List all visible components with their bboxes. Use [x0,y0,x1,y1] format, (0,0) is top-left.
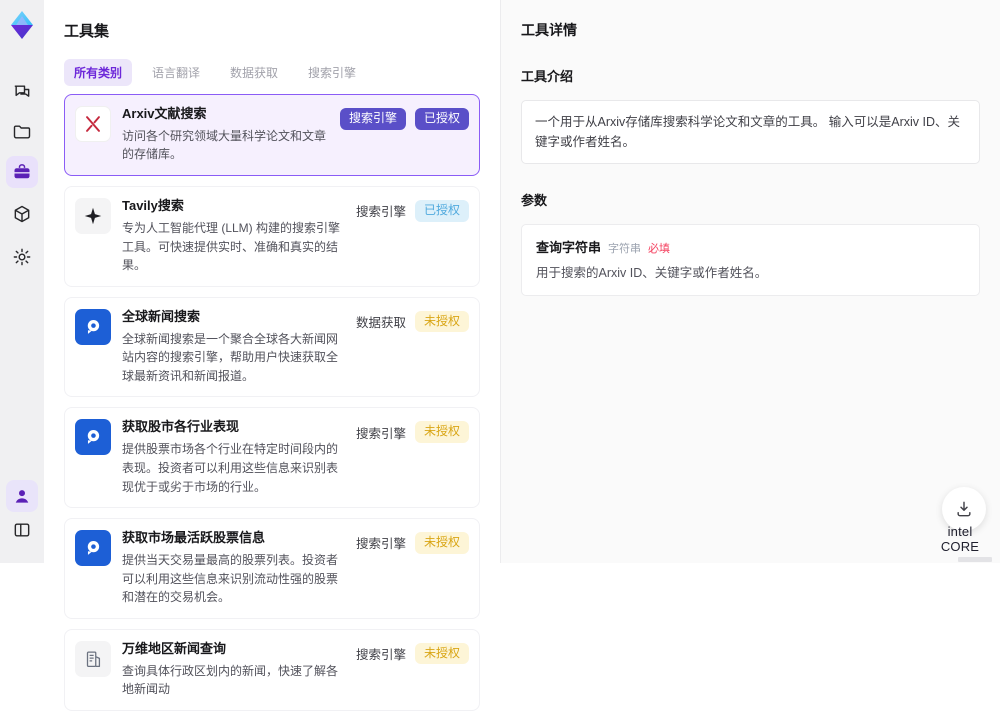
tool-name: 获取市场最活跃股票信息 [122,530,266,546]
params-heading: 参数 [521,193,548,208]
detail-title: 工具详情 [521,22,577,38]
intel-core-logo: intel CORE [928,524,992,562]
chat-icon[interactable] [6,76,38,108]
category-label: 搜索引擎 [355,648,406,663]
tool-description: 提供当天交易量最高的股票列表。投资者可以利用这些信息来识别流动性强的股票和潜在的… [122,552,339,605]
tab-language-translation[interactable]: 语言翻译 [142,59,210,86]
param-type: 字符串 [608,243,642,255]
intro-heading: 工具介绍 [521,69,574,84]
news-search-icon [75,530,111,567]
auth-status-badge: 已授权 [414,200,469,222]
tool-description: 全球新闻搜索是一个聚合全球各大新闻网站内容的搜索引擎，帮助用户快速获取全球最新资… [122,331,339,383]
tab-data-fetch[interactable]: 数据获取 [220,59,288,86]
category-tabs: 所有类别 语言翻译 数据获取 搜索引擎 [64,59,480,86]
tab-all-categories[interactable]: 所有类别 [64,59,133,86]
auth-status-badge: 未授权 [414,310,469,333]
category-label: 数据获取 [355,316,406,331]
user-icon[interactable] [6,480,38,512]
tool-card-global-news[interactable]: 全球新闻搜索 全球新闻搜索是一个聚合全球各大新闻网站内容的搜索引擎，帮助用户快速… [64,296,480,398]
tool-detail-panel: 工具详情 工具介绍 一个用于从Arxiv存储库搜索科学论文和文章的工具。 输入可… [500,0,1000,563]
tool-card-sector-performance[interactable]: 获取股市各行业表现 提供股票市场各个行业在特定时间段内的表现。投资者可以利用这些… [64,407,480,509]
news-search-icon [75,308,111,345]
sidebar-rail [0,0,44,563]
tool-name: Tavily搜索 [122,198,184,214]
tool-list-panel: 工具集 所有类别 语言翻译 数据获取 搜索引擎 Arxiv文献搜索 访问各个研究… [44,0,531,711]
page-title: 工具集 [64,23,110,40]
auth-status-badge: 未授权 [414,421,469,444]
param-description: 用于搜索的Arxiv ID、关键字或作者姓名。 [536,266,768,280]
tool-card-arxiv[interactable]: Arxiv文献搜索 访问各个研究领域大量科学论文和文章的存储库。 搜索引擎 已授… [64,94,480,177]
intel-core-sub-mark [958,557,992,562]
tool-description: 查询具体行政区划内的新闻，快速了解各地新闻动 [122,663,339,697]
category-label: 搜索引擎 [355,205,406,220]
tool-description: 提供股票市场各个行业在特定时间段内的表现。投资者可以利用这些信息来识别表现优于或… [122,442,339,494]
category-label: 搜索引擎 [355,537,406,552]
auth-status-badge: 未授权 [414,532,469,554]
tool-description: 专为人工智能代理 (LLM) 构建的搜索引擎工具。可快速提供实时、准确和真实的结… [122,220,341,273]
tool-list: Arxiv文献搜索 访问各个研究领域大量科学论文和文章的存储库。 搜索引擎 已授… [64,94,480,711]
parameter-card: 查询字符串 字符串 必填 用于搜索的Arxiv ID、关键字或作者姓名。 [521,224,980,296]
panel-toggle-icon[interactable] [6,514,38,546]
category-label: 搜索引擎 [355,426,406,441]
news-building-icon [75,640,111,677]
tool-intro-text: 一个用于从Arxiv存储库搜索科学论文和文章的工具。 输入可以是Arxiv ID… [521,100,980,164]
app-logo[interactable] [5,8,39,42]
app-window: 工具集 所有类别 语言翻译 数据获取 搜索引擎 Arxiv文献搜索 访问各个研究… [0,0,1000,711]
news-search-icon [75,419,111,456]
arxiv-logo-icon [75,106,111,142]
tool-name: Arxiv文献搜索 [122,106,207,121]
cube-icon[interactable] [6,198,38,230]
tavily-star-icon [75,198,111,235]
tools-nav-icon[interactable] [6,156,38,188]
settings-gear-icon[interactable] [6,241,38,273]
tool-card-active-stocks[interactable]: 获取市场最活跃股票信息 提供当天交易量最高的股票列表。投资者可以利用这些信息来识… [64,518,480,619]
tool-name: 获取股市各行业表现 [122,419,240,435]
category-badge: 搜索引擎 [339,108,406,130]
tool-card-regional-news[interactable]: 万维地区新闻查询 查询具体行政区划内的新闻，快速了解各地新闻动 搜索引擎 未授权 [64,628,480,711]
tool-name: 万维地区新闻查询 [122,640,227,656]
tab-search-engine[interactable]: 搜索引擎 [298,59,366,86]
intel-core-text: intel CORE [940,524,980,554]
folder-icon[interactable] [6,116,38,148]
tool-description: 访问各个研究领域大量科学论文和文章的存储库。 [122,128,327,162]
tool-name: 全球新闻搜索 [122,308,201,324]
param-name: 查询字符串 [536,240,602,255]
auth-status-badge: 未授权 [414,642,469,665]
auth-status-badge: 已授权 [414,108,469,130]
param-required-flag: 必填 [648,243,671,255]
tool-card-tavily[interactable]: Tavily搜索 专为人工智能代理 (LLM) 构建的搜索引擎工具。可快速提供实… [64,186,480,287]
